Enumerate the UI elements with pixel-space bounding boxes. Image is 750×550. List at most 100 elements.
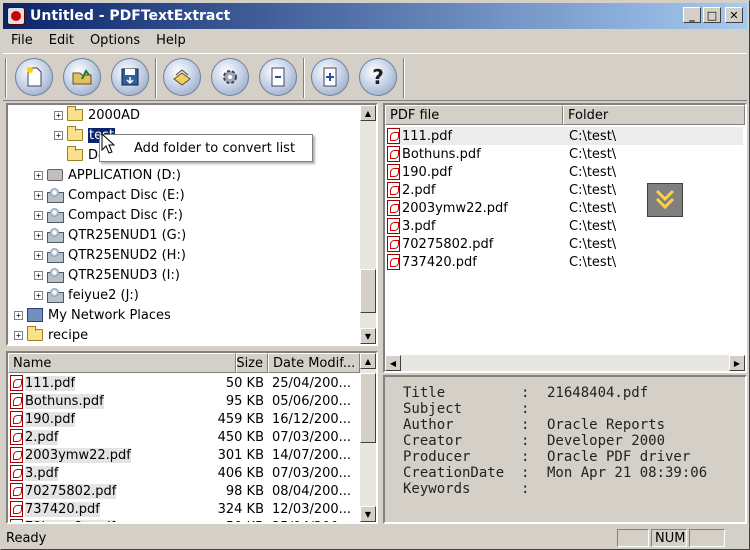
convert-folder: C:\test\ bbox=[569, 254, 617, 270]
convert-icon bbox=[173, 69, 191, 86]
status-cell-scroll bbox=[689, 529, 725, 547]
file-date: 08/04/200... bbox=[272, 483, 352, 499]
menu-help[interactable]: Help bbox=[148, 33, 194, 48]
tree-item[interactable]: + Compact Disc (F:) bbox=[34, 205, 183, 225]
add-button[interactable] bbox=[311, 58, 349, 96]
file-row[interactable]: 2003ymw22.pdf 301 KB 14/07/200... bbox=[10, 446, 360, 464]
convert-list-h-scrollbar[interactable]: ◀ ▶ bbox=[385, 355, 745, 371]
scroll-down-button[interactable]: ▼ bbox=[360, 328, 376, 344]
file-date: 12/03/200... bbox=[272, 501, 352, 517]
convert-row[interactable]: 70275802.pdf C:\test\ bbox=[387, 235, 743, 253]
tree-item[interactable]: + feiyue2 (J:) bbox=[34, 285, 139, 305]
info-separator: : bbox=[521, 449, 530, 465]
expand-toggle-icon[interactable]: + bbox=[14, 310, 23, 320]
file-row[interactable]: 3.pdf 406 KB 07/03/200... bbox=[10, 464, 360, 482]
scroll-right-button[interactable]: ▶ bbox=[729, 355, 745, 371]
column-size[interactable]: Size bbox=[236, 353, 268, 373]
remove-button[interactable] bbox=[259, 58, 297, 96]
title-bar[interactable]: Untitled - PDFTextExtract _ □ ✕ bbox=[3, 3, 747, 29]
convert-folder: C:\test\ bbox=[569, 146, 617, 162]
info-key: Keywords bbox=[403, 481, 471, 497]
file-row[interactable]: 70275802.pdf 98 KB 08/04/200... bbox=[10, 482, 360, 500]
tree-item[interactable]: + My Network Places bbox=[14, 305, 171, 325]
convert-file-name: 70275802.pdf bbox=[402, 236, 494, 252]
column-date[interactable]: Date Modif... bbox=[268, 353, 360, 373]
tree-item-label: My Network Places bbox=[48, 307, 171, 323]
expand-toggle-icon[interactable]: + bbox=[34, 270, 43, 280]
scroll-thumb[interactable] bbox=[360, 373, 376, 443]
info-row: CreationDate: Mon Apr 21 08:39:06 bbox=[403, 465, 707, 481]
tree-item[interactable]: + Compact Disc (E:) bbox=[34, 185, 185, 205]
toolbar-grip bbox=[5, 58, 7, 98]
convert-folder: C:\test\ bbox=[569, 200, 617, 216]
expand-toggle-icon[interactable]: + bbox=[34, 210, 43, 220]
pdf-file-icon bbox=[10, 393, 23, 409]
expand-toggle-icon[interactable]: + bbox=[34, 290, 43, 300]
column-pdf-file[interactable]: PDF file bbox=[385, 105, 563, 125]
tree-item[interactable]: + APPLICATION (D:) bbox=[34, 165, 181, 185]
convert-button[interactable] bbox=[163, 58, 201, 96]
column-name[interactable]: Name bbox=[8, 353, 236, 373]
tree-item[interactable]: + QTR25ENUD3 (I:) bbox=[34, 265, 180, 285]
tree-item[interactable]: + recipe bbox=[14, 325, 89, 344]
menu-file[interactable]: File bbox=[3, 33, 41, 48]
minimize-button[interactable]: _ bbox=[683, 7, 701, 23]
extract-arrow-icon[interactable] bbox=[647, 183, 683, 217]
pdf-file-icon bbox=[10, 501, 23, 517]
expand-toggle-icon[interactable]: + bbox=[34, 170, 43, 180]
tree-item-label: QTR25ENUD1 (G:) bbox=[68, 227, 187, 243]
context-menu: Add folder to convert list bbox=[99, 134, 313, 162]
file-row[interactable]: 190.pdf 459 KB 16/12/200... bbox=[10, 410, 360, 428]
column-folder[interactable]: Folder bbox=[563, 105, 745, 125]
close-button[interactable]: ✕ bbox=[725, 7, 743, 23]
file-row[interactable]: 737420.pdf 324 KB 12/03/200... bbox=[10, 500, 360, 518]
file-list-scrollbar[interactable]: ▲ ▼ bbox=[360, 353, 376, 522]
info-separator: : bbox=[521, 417, 530, 433]
info-key: Title bbox=[403, 385, 446, 401]
convert-row[interactable]: 111.pdf C:\test\ bbox=[387, 127, 743, 145]
save-button[interactable] bbox=[111, 58, 149, 96]
expand-toggle-icon[interactable]: + bbox=[14, 330, 23, 340]
tree-item[interactable]: + QTR25ENUD2 (H:) bbox=[34, 245, 186, 265]
file-list[interactable]: Name Size Date Modif... 111.pdf 50 KB 25/0… bbox=[6, 351, 378, 524]
app-icon[interactable] bbox=[7, 7, 25, 25]
convert-row[interactable]: 3.pdf C:\test\ bbox=[387, 217, 743, 235]
expand-toggle-icon[interactable]: + bbox=[54, 130, 63, 140]
tree-item[interactable]: + QTR25ENUD1 (G:) bbox=[34, 225, 186, 245]
settings-button[interactable] bbox=[211, 58, 249, 96]
tree-item[interactable]: +2000AD bbox=[54, 105, 140, 125]
maximize-button[interactable]: □ bbox=[703, 7, 721, 23]
convert-row[interactable]: 737420.pdf C:\test\ bbox=[387, 253, 743, 271]
convert-folder: C:\test\ bbox=[569, 218, 617, 234]
scroll-left-button[interactable]: ◀ bbox=[385, 355, 401, 371]
convert-list[interactable]: PDF file Folder 111.pdf C:\test\ Bothuns.p… bbox=[383, 103, 747, 373]
info-row: Keywords: bbox=[403, 481, 707, 497]
pdf-file-icon bbox=[387, 254, 400, 270]
menu-options[interactable]: Options bbox=[82, 33, 148, 48]
file-row[interactable]: 111.pdf 50 KB 25/04/200... bbox=[10, 374, 360, 392]
tree-item[interactable]: Dc bbox=[54, 145, 105, 165]
convert-row[interactable]: 2003ymw22.pdf C:\test\ bbox=[387, 199, 743, 217]
file-row[interactable]: Bothuns.pdf 95 KB 05/06/200... bbox=[10, 392, 360, 410]
tree-vertical-scrollbar[interactable]: ▲ ▼ bbox=[360, 105, 376, 344]
expand-toggle-icon[interactable]: + bbox=[54, 110, 63, 120]
expand-toggle-icon[interactable]: + bbox=[34, 190, 43, 200]
open-button[interactable] bbox=[63, 58, 101, 96]
context-menu-add-folder[interactable]: Add folder to convert list bbox=[100, 141, 295, 156]
tree-item-label: recipe bbox=[48, 327, 89, 343]
file-row[interactable]: 2.pdf 450 KB 07/03/200... bbox=[10, 428, 360, 446]
expand-toggle-icon[interactable]: + bbox=[34, 250, 43, 260]
convert-row[interactable]: 2.pdf C:\test\ bbox=[387, 181, 743, 199]
new-button[interactable] bbox=[15, 58, 53, 96]
scroll-up-button[interactable]: ▲ bbox=[360, 353, 376, 369]
scroll-up-button[interactable]: ▲ bbox=[360, 105, 376, 121]
menu-edit[interactable]: Edit bbox=[41, 33, 82, 48]
convert-row[interactable]: Bothuns.pdf C:\test\ bbox=[387, 145, 743, 163]
scroll-thumb[interactable] bbox=[360, 269, 376, 313]
info-value: Oracle Reports bbox=[547, 417, 666, 433]
expand-toggle-icon[interactable]: + bbox=[34, 230, 43, 240]
convert-row[interactable]: 190.pdf C:\test\ bbox=[387, 163, 743, 181]
scroll-down-button[interactable]: ▼ bbox=[360, 506, 376, 522]
help-button[interactable]: ? bbox=[359, 58, 397, 96]
file-row[interactable]: 79hgyy6u.pdf 50 KB 25/04/200... bbox=[10, 518, 360, 522]
